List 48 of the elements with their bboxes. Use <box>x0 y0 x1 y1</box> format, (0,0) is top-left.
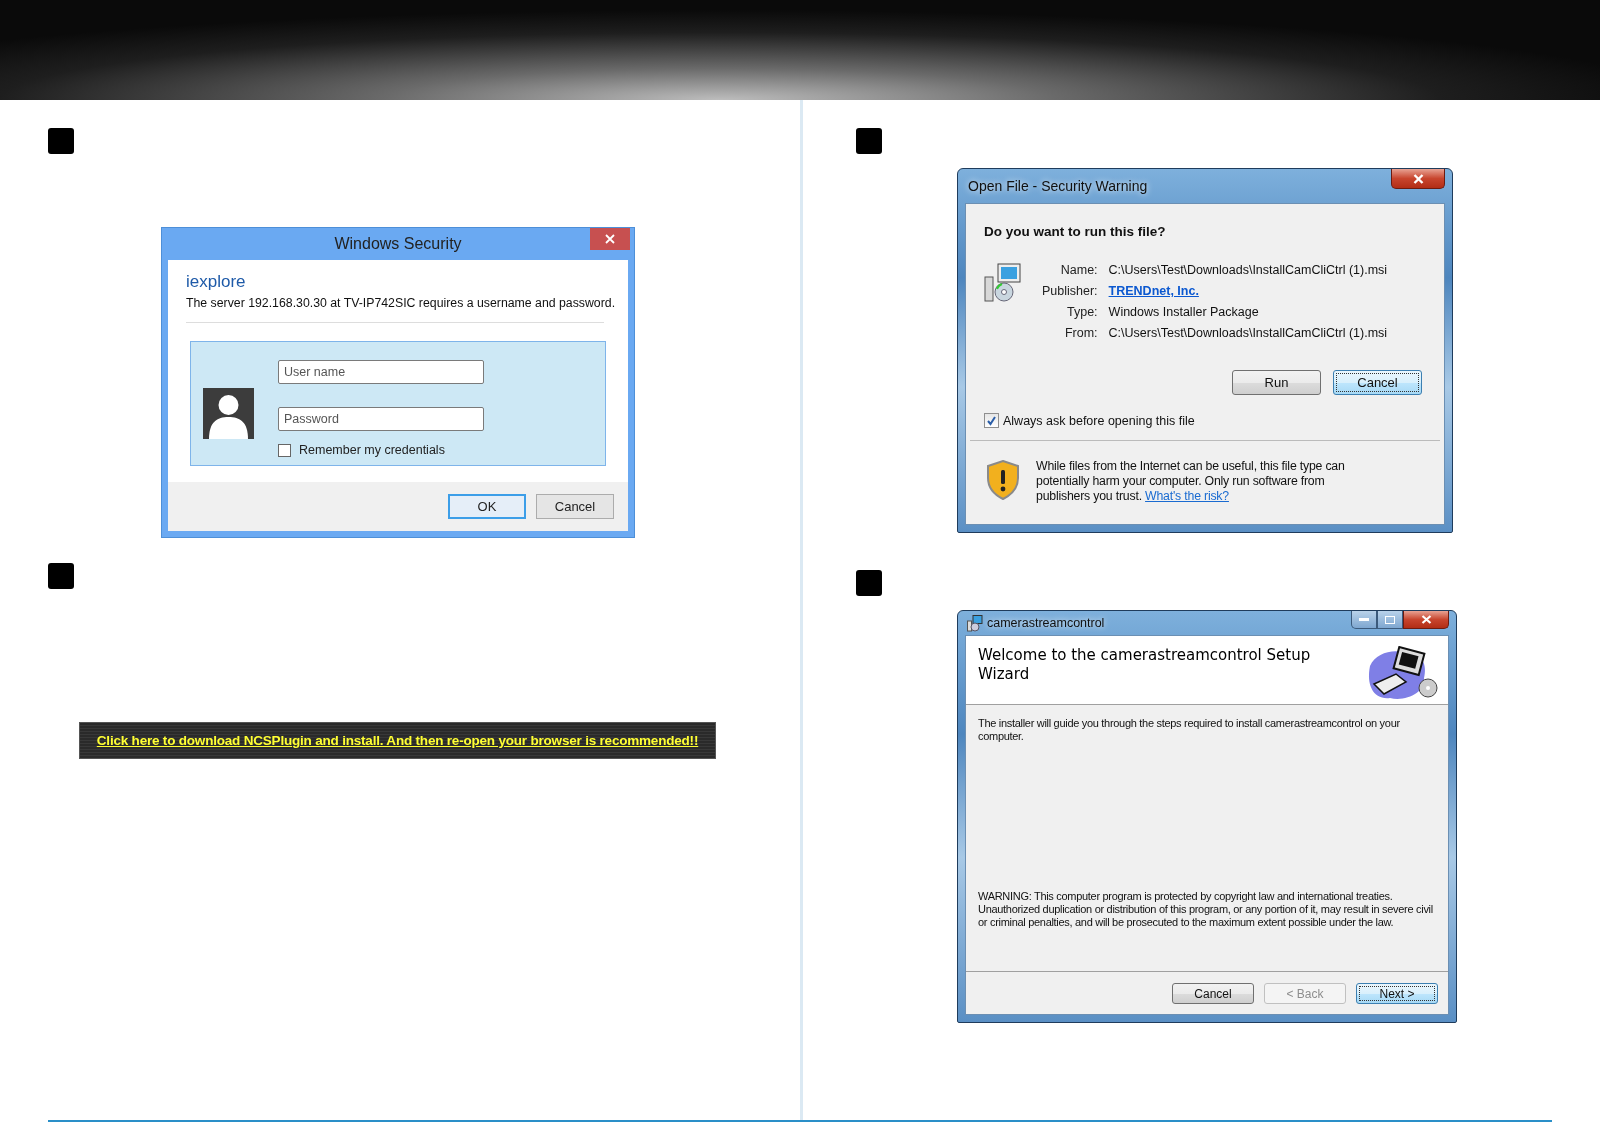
download-link[interactable]: Click here to download NCSPlugin and install. And then re-open your browser is recommended!! <box>96 733 699 748</box>
field-label: Type: <box>1066 305 1098 319</box>
close-button[interactable] <box>1403 611 1449 629</box>
wizard-heading: Welcome to the camerastreamcontrol Setup Wizard <box>978 646 1312 684</box>
risk-link[interactable]: What's the risk? <box>1145 489 1229 503</box>
warning-text: While files from the Internet can be useful, this file type can potentially harm your computer. Only run software from publishers you trust. What's the risk? <box>1036 459 1346 504</box>
step-marker <box>856 570 882 596</box>
window-title: Windows Security <box>334 235 462 253</box>
maximize-button[interactable] <box>1377 611 1403 629</box>
close-icon <box>1420 615 1432 624</box>
installer-package-icon <box>967 614 983 632</box>
username-field[interactable]: User name <box>278 360 484 384</box>
intro-text: The installer will guide you through the steps required to install camerastreamcontrol on your computer. <box>978 717 1401 743</box>
step-marker <box>856 128 882 154</box>
warning-shield-icon <box>986 460 1020 500</box>
password-field[interactable]: Password <box>278 407 484 431</box>
dialog-button[interactable]: Cancel <box>1333 370 1422 395</box>
maximize-icon <box>1385 615 1395 624</box>
field-label: From: <box>1063 326 1098 340</box>
window-title: Open File - Security Warning <box>968 178 1148 194</box>
wizard-button[interactable]: Next > <box>1356 983 1438 1004</box>
checkbox-label: Remember my credentials <box>299 443 445 457</box>
close-icon <box>1412 173 1424 184</box>
minimize-icon <box>1359 617 1369 622</box>
dialog-button[interactable]: OK <box>448 494 526 519</box>
publisher-link[interactable]: TRENDnet, Inc. <box>1108 284 1199 298</box>
field-label: Name: <box>1059 263 1098 277</box>
dialog-button[interactable]: Cancel <box>536 494 614 519</box>
field-value: C:\Users\Test\Downloads\InstallCamCliCtrl (1).msi <box>1108 326 1388 340</box>
copyright-warning-text: WARNING: This computer program is protected by copyright law and international treaties. Unauthorized duplication or distribution of this program, or any portion of it, may result in severe civil or criminal penalties, and will be prosecuted to the maximum extent possible under the law. <box>978 890 1434 929</box>
window-title: camerastreamcontrol <box>987 616 1105 630</box>
step-marker <box>48 128 74 154</box>
close-icon <box>605 234 615 244</box>
checkbox[interactable] <box>984 413 999 428</box>
field-value: Windows Installer Package <box>1108 305 1260 319</box>
dialog-button[interactable]: Run <box>1232 370 1321 395</box>
app-name: iexplore <box>186 272 247 292</box>
step-marker <box>48 563 74 589</box>
checkbox-label: Always ask before opening this file <box>1003 413 1195 428</box>
checkbox[interactable] <box>278 443 291 457</box>
question-heading: Do you want to run this file? <box>984 224 1167 239</box>
minimize-button[interactable] <box>1351 611 1377 629</box>
installer-package-icon <box>984 263 1022 303</box>
wizard-button[interactable]: Cancel <box>1172 983 1254 1004</box>
close-button[interactable] <box>1391 169 1445 189</box>
field-value: C:\Users\Test\Downloads\InstallCamCliCtrl (1).msi <box>1108 263 1388 277</box>
field-label: Publisher: <box>1042 284 1098 298</box>
user-avatar-icon <box>203 388 254 439</box>
